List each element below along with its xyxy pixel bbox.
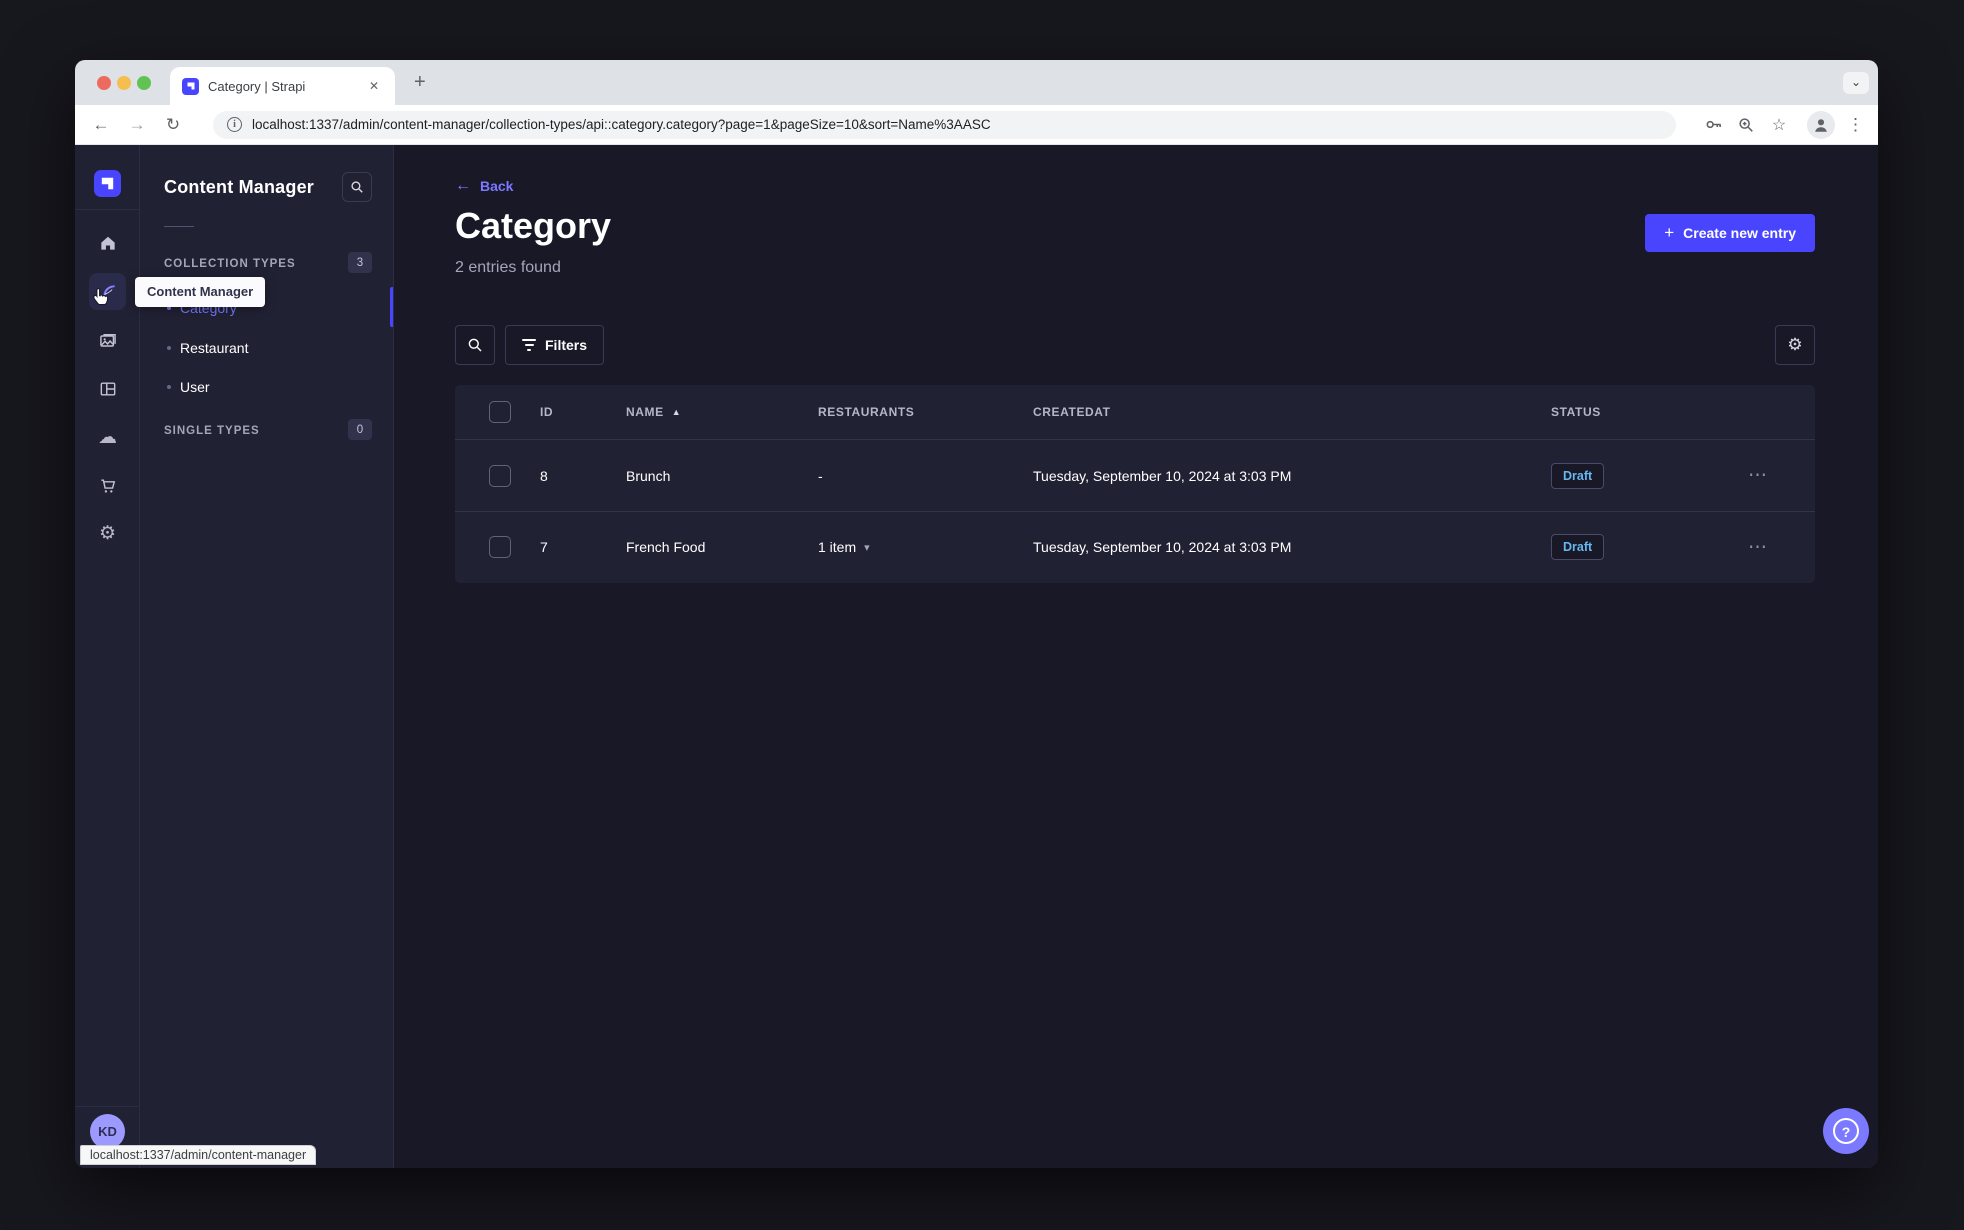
select-all-checkbox[interactable]	[489, 401, 511, 423]
view-settings-button[interactable]: ⚙	[1775, 325, 1815, 365]
cell-restaurants: -	[818, 467, 823, 484]
sort-asc-icon: ▲	[671, 407, 682, 417]
browser-menu-icon[interactable]: ⋮	[1847, 115, 1864, 135]
hand-cursor	[88, 286, 112, 310]
cell-createdat: Tuesday, September 10, 2024 at 3:03 PM	[1033, 539, 1292, 555]
column-header-status[interactable]: STATUS	[1551, 405, 1735, 419]
help-button[interactable]: ?	[1823, 1108, 1869, 1154]
active-item-indicator	[390, 287, 393, 327]
tab-title: Category | Strapi	[208, 78, 306, 94]
sidebar-search-button[interactable]	[342, 172, 372, 202]
content-manager-tooltip: Content Manager	[135, 277, 266, 307]
home-icon[interactable]	[89, 224, 126, 261]
create-new-entry-label: Create new entry	[1683, 225, 1796, 241]
back-label: Back	[480, 178, 514, 194]
media-library-icon[interactable]	[89, 322, 126, 359]
sidebar-item-user[interactable]: User	[164, 372, 383, 402]
column-header-createdat[interactable]: CREATEDAT	[1033, 405, 1551, 419]
url-text: localhost:1337/admin/content-manager/col…	[252, 117, 991, 132]
entries-table: ID NAME ▲ RESTAURANTS CREATEDAT STATUS 8	[455, 385, 1815, 583]
browser-profile-avatar[interactable]	[1807, 110, 1835, 139]
marketplace-cart-icon[interactable]	[89, 467, 126, 504]
table-row[interactable]: 7 French Food 1 item ▾ Tuesday, Septembe…	[455, 511, 1815, 582]
column-header-restaurants[interactable]: RESTAURANTS	[818, 405, 1033, 419]
filters-button[interactable]: Filters	[505, 325, 605, 365]
bullet-icon	[167, 346, 171, 350]
cell-status: Draft	[1551, 462, 1735, 489]
row-actions-button[interactable]: ⋯	[1735, 464, 1781, 487]
sidebar-item-restaurant[interactable]: Restaurant	[164, 333, 383, 363]
chevron-down-icon: ▾	[864, 541, 870, 554]
strapi-logo[interactable]	[94, 170, 121, 197]
filter-icon	[522, 339, 536, 351]
cell-restaurants[interactable]: 1 item ▾	[818, 539, 1033, 555]
status-badge: Draft	[1551, 462, 1605, 489]
column-header-name[interactable]: NAME ▲	[626, 405, 818, 419]
tab-close-icon[interactable]: ✕	[365, 77, 383, 95]
table-header-row: ID NAME ▲ RESTAURANTS CREATEDAT STATUS	[455, 385, 1815, 440]
back-link[interactable]: ← Back	[455, 177, 513, 195]
search-button[interactable]	[455, 325, 495, 365]
address-bar[interactable]: i localhost:1337/admin/content-manager/c…	[213, 110, 1676, 139]
toolbar-right-cluster: ☆ ⋮	[1692, 110, 1864, 139]
single-types-count-badge: 0	[348, 419, 372, 440]
cell-id: 7	[540, 539, 548, 555]
row-checkbox[interactable]	[489, 464, 511, 487]
sidebar-divider	[164, 226, 194, 227]
nav-back-icon[interactable]: ←	[89, 113, 113, 137]
passwords-key-icon[interactable]	[1701, 113, 1725, 137]
tab-search-chevron-icon[interactable]: ⌄	[1843, 72, 1869, 94]
browser-toolbar: ← → ↻ i localhost:1337/admin/content-man…	[75, 105, 1878, 145]
strapi-favicon	[182, 77, 199, 95]
browser-tab[interactable]: Category | Strapi ✕	[170, 67, 395, 105]
cell-status: Draft	[1551, 534, 1735, 560]
bookmark-star-icon[interactable]: ☆	[1767, 113, 1791, 137]
collection-types-count-badge: 3	[348, 252, 372, 273]
table-row[interactable]: 8 Brunch - Tuesday, September 10, 2024 a…	[455, 440, 1815, 511]
close-window-button[interactable]	[97, 76, 111, 90]
single-types-label: SINGLE TYPES	[164, 425, 260, 437]
question-mark-icon: ?	[1833, 1118, 1859, 1144]
user-avatar[interactable]: KD	[90, 1114, 125, 1149]
strapi-app: ☁ ⚙ KD Content Manager COLLECTION TYPES …	[75, 145, 1878, 1168]
plus-icon: +	[1664, 223, 1675, 242]
cell-createdat: Tuesday, September 10, 2024 at 3:03 PM	[1033, 467, 1292, 484]
browser-tab-strip: Category | Strapi ✕ + ⌄	[75, 60, 1878, 105]
sidebar-item-label: Restaurant	[180, 340, 249, 356]
zoom-search-icon[interactable]	[1734, 113, 1758, 137]
cell-name: French Food	[626, 539, 706, 555]
sidebar-title: Content Manager	[164, 177, 315, 197]
link-status-bubble: localhost:1337/admin/content-manager	[80, 1145, 317, 1165]
collection-types-label: COLLECTION TYPES	[164, 258, 296, 270]
cell-name: Brunch	[626, 467, 671, 484]
browser-window: Category | Strapi ✕ + ⌄ ← → ↻ i localhos…	[75, 60, 1878, 1168]
sidebar-item-label: User	[180, 379, 210, 395]
create-new-entry-button[interactable]: + Create new entry	[1645, 214, 1815, 252]
rail-divider	[75, 209, 139, 210]
site-info-icon[interactable]: i	[227, 117, 242, 132]
main-content: ← Back Category 2 entries found + Create…	[394, 145, 1878, 1168]
nav-forward-icon[interactable]: →	[125, 113, 149, 137]
content-type-builder-icon[interactable]	[89, 370, 126, 407]
bullet-icon	[167, 385, 171, 389]
filters-label: Filters	[545, 337, 588, 353]
minimize-window-button[interactable]	[117, 76, 131, 90]
gear-icon: ⚙	[1787, 335, 1803, 354]
fullscreen-window-button[interactable]	[137, 76, 151, 90]
row-actions-button[interactable]: ⋯	[1735, 536, 1781, 559]
column-header-id[interactable]: ID	[511, 405, 626, 419]
reload-icon[interactable]: ↻	[161, 113, 185, 137]
row-checkbox[interactable]	[489, 536, 511, 558]
cell-id: 8	[540, 467, 548, 484]
back-arrow-icon: ←	[455, 177, 471, 194]
entries-count: 2 entries found	[455, 259, 561, 276]
deploy-cloud-icon[interactable]: ☁	[89, 419, 126, 456]
settings-gear-icon[interactable]: ⚙	[89, 515, 126, 552]
desktop: Category | Strapi ✕ + ⌄ ← → ↻ i localhos…	[0, 0, 1964, 1230]
page-title: Category	[455, 205, 612, 246]
status-badge: Draft	[1551, 534, 1605, 560]
new-tab-button[interactable]: +	[408, 72, 432, 92]
